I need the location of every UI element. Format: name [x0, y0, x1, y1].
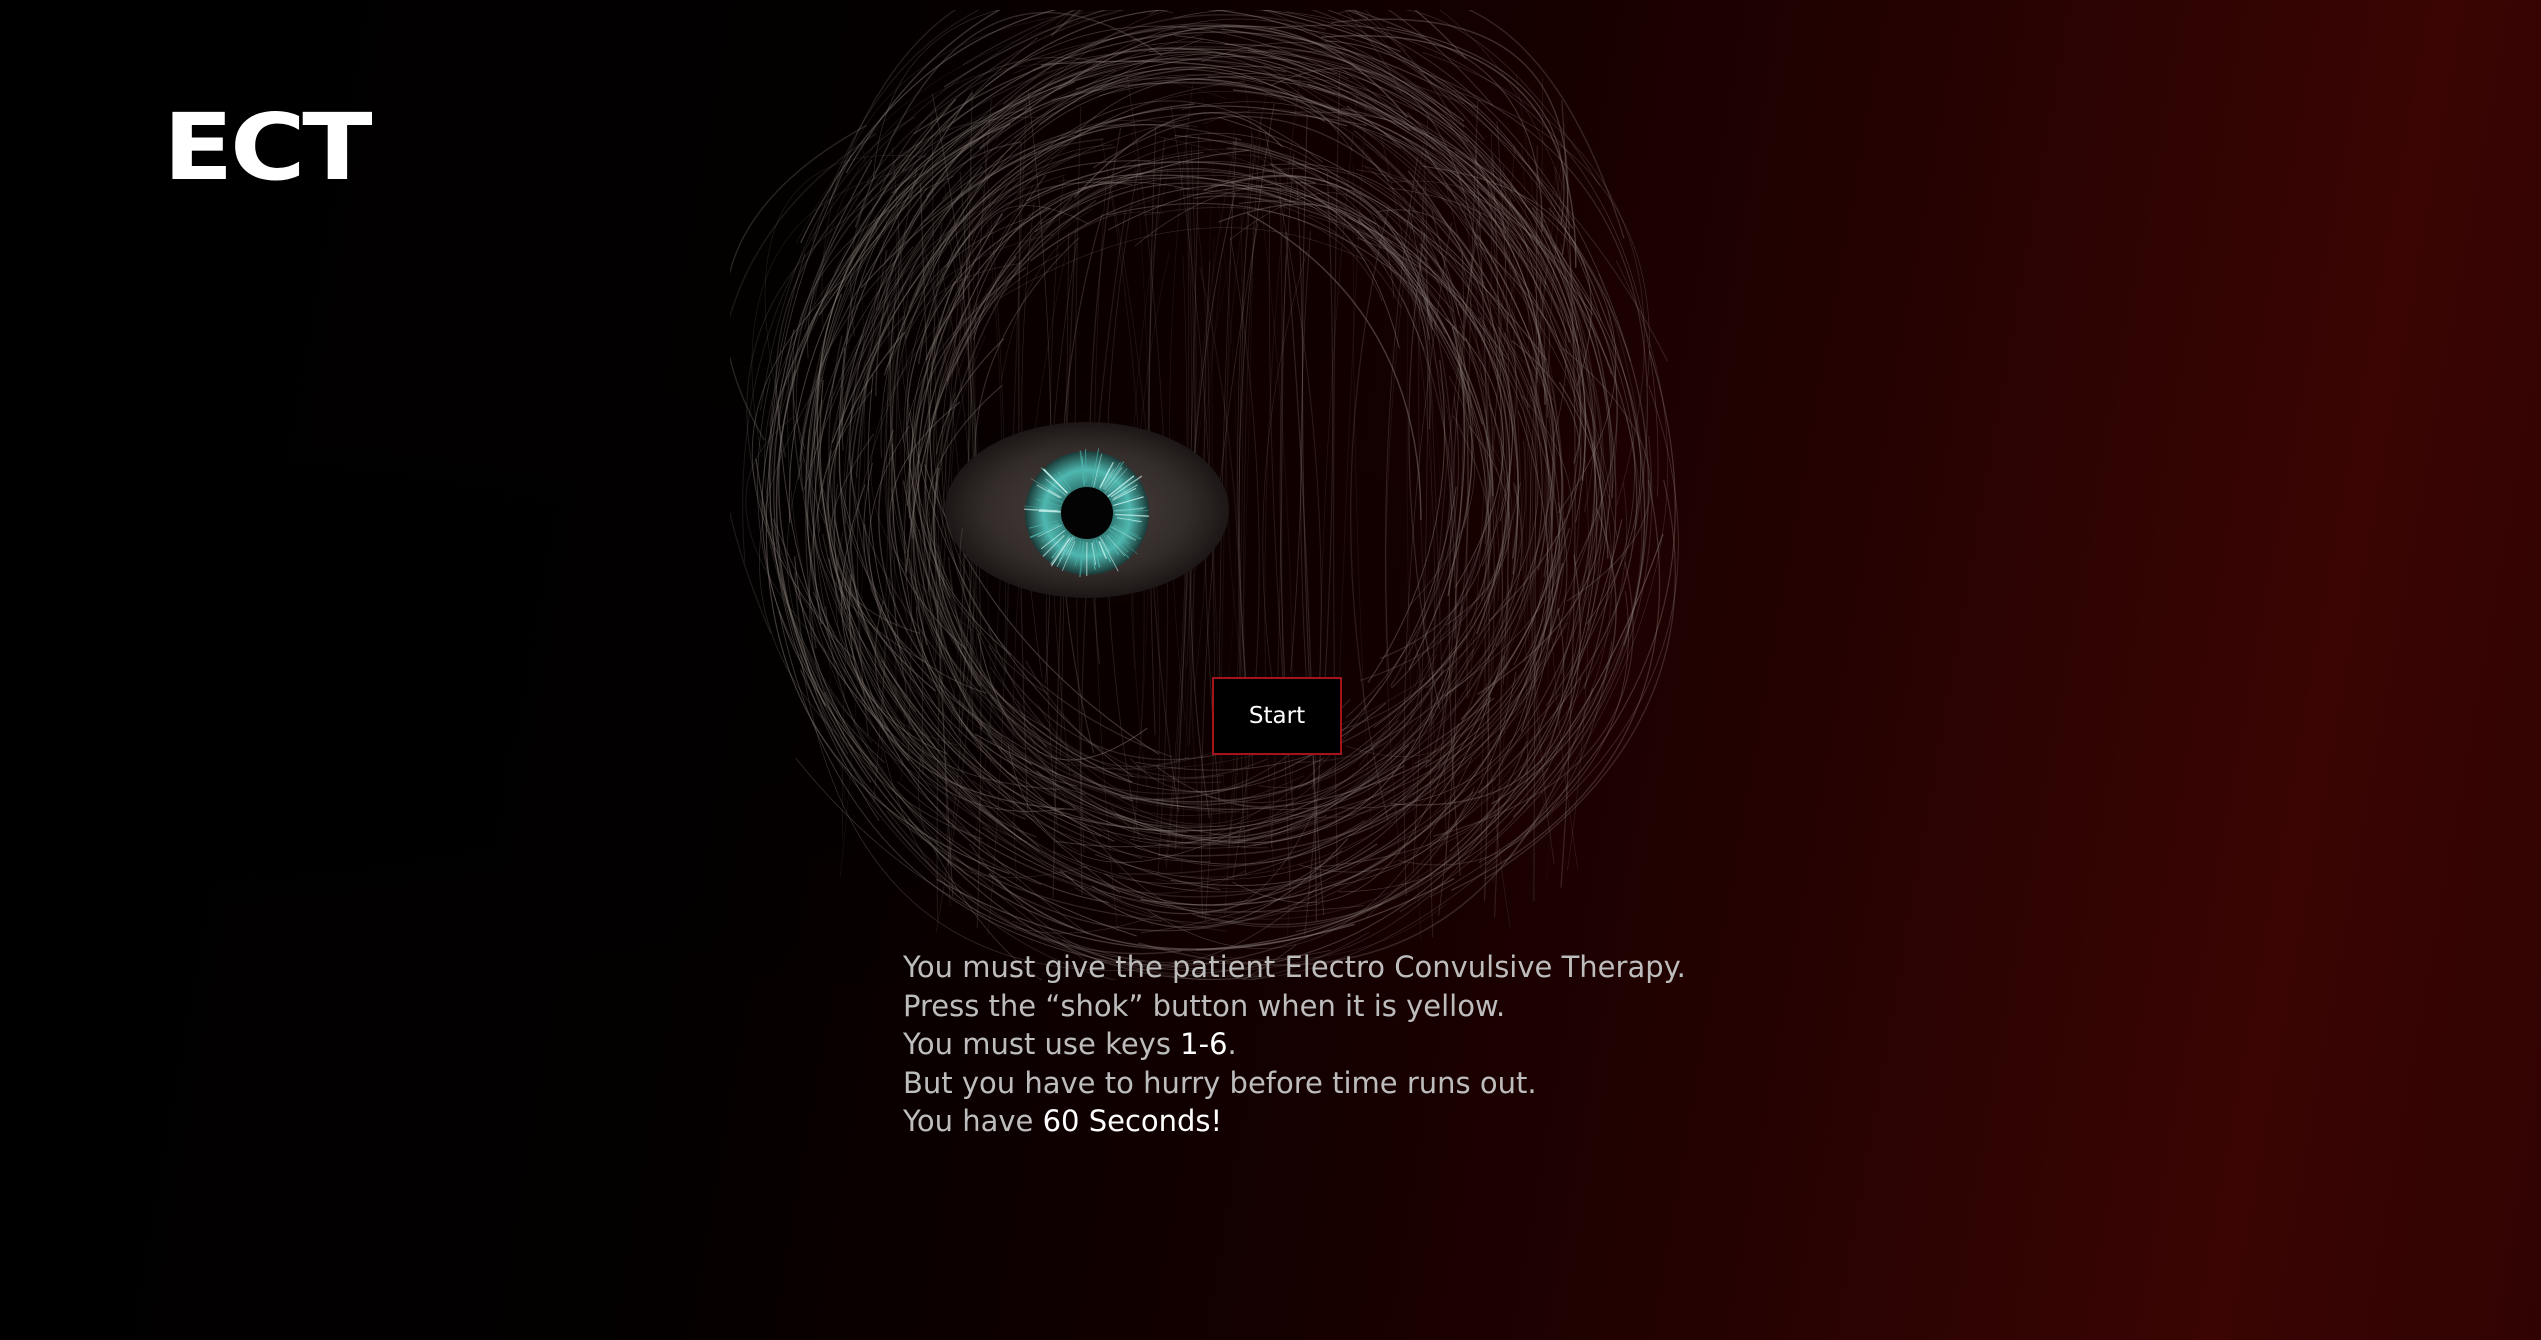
hair-strand	[1107, 188, 1400, 349]
start-button[interactable]: Start	[1212, 677, 1342, 755]
hair-strand	[800, 653, 1182, 971]
instruction-line-3-suffix: .	[1227, 1027, 1237, 1061]
hair-strand	[1332, 511, 1509, 734]
hair-strand	[1491, 509, 1617, 805]
app-logo: ECT	[163, 94, 373, 201]
iris-fiber	[1038, 510, 1061, 513]
hair-illustration	[730, 10, 1680, 980]
instruction-line-4: But you have to hurry before time runs o…	[903, 1065, 1537, 1100]
instruction-line-1: You must give the patient Electro Convul…	[903, 950, 1686, 984]
hair-strand	[1290, 180, 1303, 672]
hair-strand	[730, 132, 877, 634]
hair-strand	[1134, 187, 1425, 351]
instructions-text: You must give the patient Electro Convul…	[903, 948, 1803, 1141]
instruction-line-3: You must use keys 1-6.	[903, 1025, 1803, 1064]
instruction-line-3-prefix: You must use keys	[903, 1027, 1181, 1061]
instruction-line-5-prefix: You have	[903, 1104, 1043, 1138]
eye-hair-artwork	[730, 10, 1679, 980]
instruction-line-2: Press the “shok” button when it is yello…	[903, 988, 1506, 1023]
hair-strand	[1301, 114, 1325, 916]
hair-strand	[969, 181, 1190, 324]
hair-strand	[812, 722, 1370, 980]
eye-pupil	[1061, 487, 1113, 539]
keys-range: 1-6	[1180, 1027, 1228, 1061]
hair-strand	[1101, 82, 1556, 264]
instruction-line-5: You have 60 Seconds!	[903, 1102, 1803, 1141]
time-limit: 60 Seconds!	[1042, 1104, 1223, 1138]
hair-strand	[1352, 164, 1372, 834]
